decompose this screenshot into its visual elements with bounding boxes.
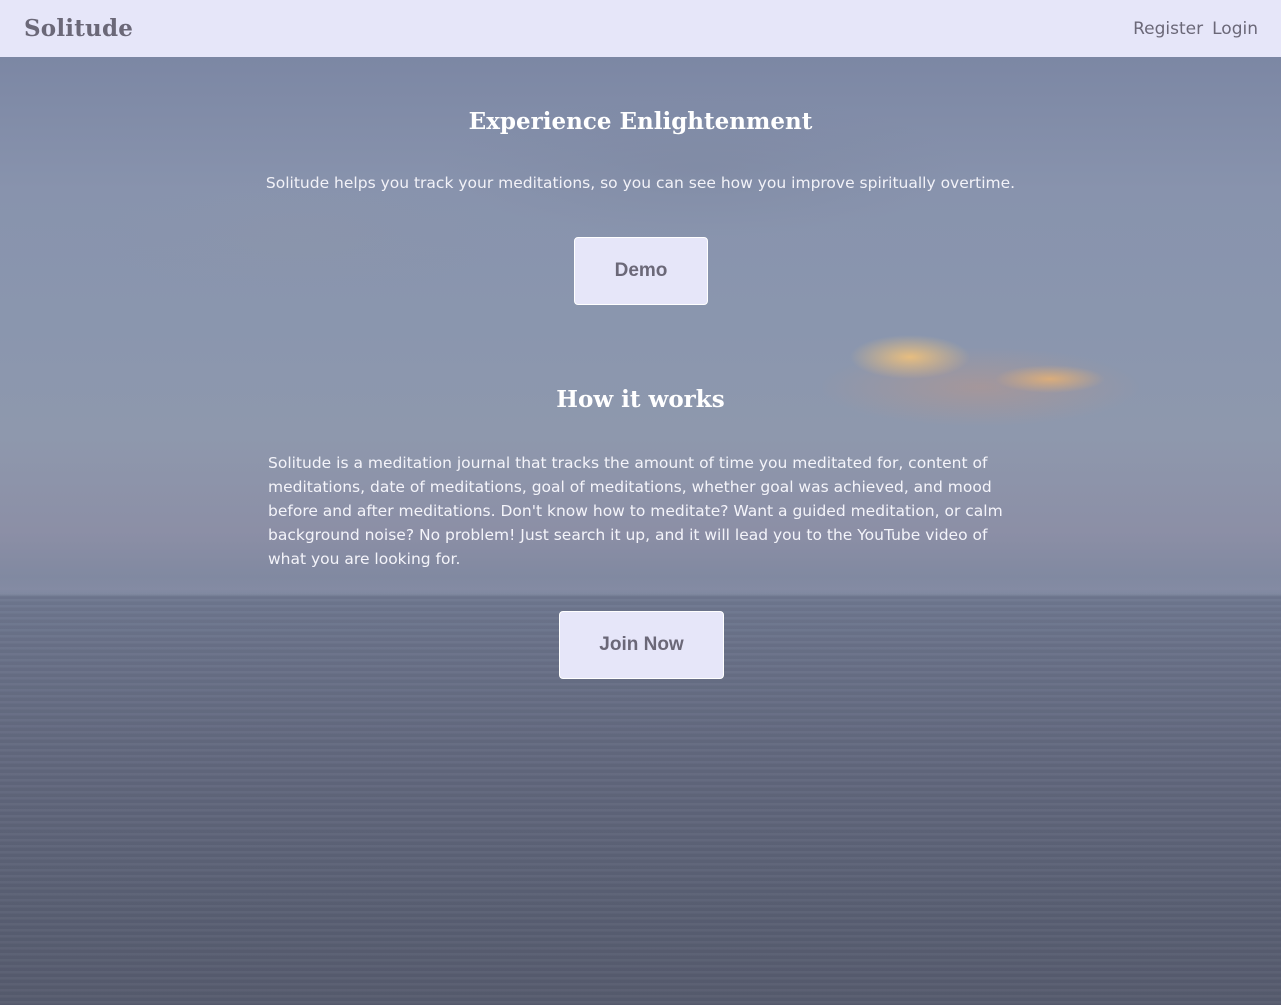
hero-title: Experience Enlightenment	[468, 108, 813, 135]
navbar: Solitude Register Login	[0, 0, 1281, 57]
brand-logo[interactable]: Solitude	[24, 15, 133, 42]
demo-button[interactable]: Demo	[574, 237, 708, 305]
how-it-works-title: How it works	[556, 386, 725, 413]
join-now-button[interactable]: Join Now	[559, 611, 724, 679]
hero-subtitle: Solitude helps you track your meditation…	[265, 174, 1016, 192]
nav-links: Register Login	[1133, 19, 1258, 39]
how-it-works-description: Solitude is a meditation journal that tr…	[268, 454, 1003, 568]
login-link[interactable]: Login	[1212, 19, 1258, 39]
register-link[interactable]: Register	[1133, 19, 1203, 39]
hero-section: Experience Enlightenment Solitude helps …	[0, 57, 1281, 1005]
